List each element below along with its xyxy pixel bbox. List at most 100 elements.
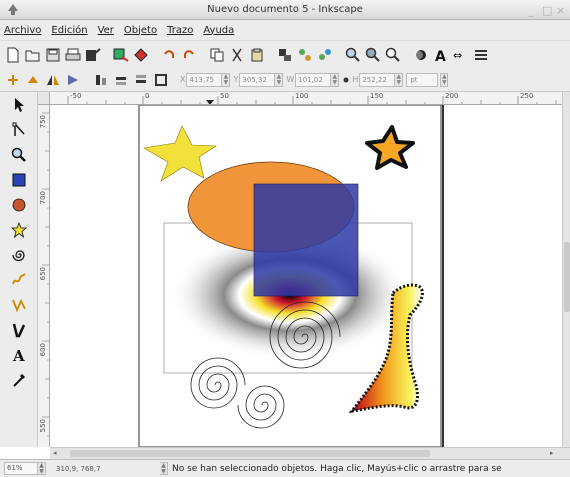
export-bitmap-icon[interactable] xyxy=(112,46,130,64)
h-field: H ▲▼ xyxy=(352,72,404,87)
copy-icon[interactable] xyxy=(208,46,226,64)
group-icon[interactable] xyxy=(276,46,294,64)
y-input[interactable] xyxy=(239,72,276,87)
vertical-scrollbar[interactable] xyxy=(562,92,570,447)
x-spin-icon[interactable]: ▲ ▼ xyxy=(222,72,231,87)
tool-box: A xyxy=(0,92,38,447)
svg-text:⇔: ⇔ xyxy=(453,49,462,62)
unit-dropdown-icon[interactable]: ▲ ▼ xyxy=(440,72,449,87)
zoom-spin-icon[interactable]: ▲ ▼ xyxy=(38,462,46,475)
horizontal-ruler[interactable]: -50 0 50 100 150 200 250 xyxy=(50,92,562,105)
save-icon[interactable] xyxy=(44,46,62,64)
raise-to-top-icon[interactable] xyxy=(92,71,110,89)
flip-horizontal-icon[interactable] xyxy=(44,71,62,89)
scroll-right-icon[interactable]: ▸ xyxy=(550,449,554,457)
zoom-icon[interactable] xyxy=(344,46,362,64)
unit-select[interactable]: pt xyxy=(406,72,439,87)
v-tick-label: 750 xyxy=(39,115,47,129)
menu-ver[interactable]: Ver xyxy=(98,25,114,36)
cut-icon[interactable] xyxy=(228,46,246,64)
print-preview-icon[interactable] xyxy=(132,46,150,64)
zoom-drawing-icon[interactable] xyxy=(364,46,382,64)
dropper-tool-icon[interactable] xyxy=(0,367,38,392)
calligraphy-tool-icon[interactable] xyxy=(0,317,38,342)
scroll-left-icon[interactable]: ◂ xyxy=(53,449,57,457)
ellipse-tool-icon[interactable] xyxy=(0,192,38,217)
layer-spin-icon[interactable]: ▲ ▼ xyxy=(160,462,168,475)
h-tick-label: 200 xyxy=(445,92,459,100)
x-field: X ▲▼ xyxy=(180,72,231,87)
v-tick-label: 700 xyxy=(39,191,47,205)
status-message: No se han seleccionado objetos. Haga cli… xyxy=(172,463,502,474)
redo-icon[interactable] xyxy=(180,46,198,64)
v-tick-label: 550 xyxy=(39,419,47,433)
paste-icon[interactable] xyxy=(248,46,266,64)
spiral-tool-icon[interactable] xyxy=(0,242,38,267)
selector-tool-icon[interactable] xyxy=(0,92,38,117)
h-input[interactable] xyxy=(359,72,396,87)
w-spin-icon[interactable]: ▲ ▼ xyxy=(331,72,340,87)
v-tick-label: 650 xyxy=(39,267,47,281)
rectangle-tool-icon[interactable] xyxy=(0,167,38,192)
print-icon[interactable] xyxy=(64,46,82,64)
import-icon[interactable] xyxy=(84,46,102,64)
blue-rectangle xyxy=(253,183,359,297)
vertical-scroll-thumb[interactable] xyxy=(564,242,570,312)
pen-tool-icon[interactable] xyxy=(0,292,38,317)
menu-edicion[interactable]: Edición xyxy=(51,25,87,36)
node-tool-icon[interactable] xyxy=(0,117,38,142)
h-tick-label: 150 xyxy=(370,92,384,100)
menu-bar: Archivo Edición Ver Objeto Trazo Ayuda xyxy=(0,20,570,40)
drawing-canvas[interactable] xyxy=(50,105,562,447)
undo-icon[interactable] xyxy=(160,46,178,64)
horizontal-scrollbar[interactable]: ◂ ▸ xyxy=(50,447,570,459)
window-title: Nuevo documento 5 - Inkscape xyxy=(207,4,363,15)
text-tool-icon[interactable]: A xyxy=(0,342,38,367)
lower-to-bottom-icon[interactable] xyxy=(152,71,170,89)
fill-stroke-icon[interactable] xyxy=(412,46,430,64)
rotate-cw-icon[interactable] xyxy=(24,71,42,89)
h-tick-label: -50 xyxy=(70,92,82,100)
open-folder-icon[interactable] xyxy=(24,46,42,64)
menu-ayuda[interactable]: Ayuda xyxy=(203,25,234,36)
new-document-icon[interactable] xyxy=(4,46,22,64)
horizontal-scroll-thumb[interactable] xyxy=(70,450,430,457)
vertical-ruler[interactable]: 750 700 650 600 550 xyxy=(38,105,50,447)
y-field: Y ▲▼ xyxy=(233,72,284,87)
zoom-tool-icon[interactable] xyxy=(0,142,38,167)
star-tool-icon[interactable] xyxy=(0,217,38,242)
lock-ratio-icon[interactable] xyxy=(342,71,350,89)
node-join-icon[interactable] xyxy=(316,46,334,64)
menu-trazo[interactable]: Trazo xyxy=(167,25,193,36)
svg-text:A: A xyxy=(435,49,446,63)
ruler-corner xyxy=(38,92,50,105)
zoom-field[interactable]: 61% xyxy=(4,462,38,475)
node-add-icon[interactable] xyxy=(296,46,314,64)
y-spin-icon[interactable]: ▲ ▼ xyxy=(275,72,284,87)
lower-icon[interactable] xyxy=(132,71,150,89)
raise-icon[interactable] xyxy=(112,71,130,89)
text-font-icon[interactable]: A xyxy=(432,46,450,64)
w-input[interactable] xyxy=(295,72,332,87)
rotate-ccw-icon[interactable] xyxy=(4,71,22,89)
menu-objeto[interactable]: Objeto xyxy=(124,25,157,36)
h-tick-label: 100 xyxy=(295,92,309,100)
svg-text:A: A xyxy=(12,347,25,363)
selector-controls-toolbar: X ▲▼ Y ▲▼ W ▲▼ H ▲▼ pt ▲▼ xyxy=(0,68,570,92)
h-tick-label: 50 xyxy=(220,92,229,100)
menu-archivo[interactable]: Archivo xyxy=(4,25,41,36)
cursor-coordinates: 310,9, 768,7 xyxy=(56,464,101,473)
xml-editor-icon[interactable]: ⇔ xyxy=(452,46,470,64)
zoom-page-icon[interactable] xyxy=(384,46,402,64)
flip-vertical-icon[interactable] xyxy=(64,71,82,89)
commands-toolbar: A ⇔ xyxy=(0,40,570,68)
minimize-icon[interactable]: _ xyxy=(528,4,534,17)
maximize-icon[interactable]: □ xyxy=(542,4,552,17)
h-spin-icon[interactable]: ▲ ▼ xyxy=(395,72,404,87)
status-bar: 61% ▲ ▼ 310,9, 768,7 ▲ ▼ No se han selecci… xyxy=(0,459,570,477)
x-input[interactable] xyxy=(186,72,223,87)
w-field: W ▲▼ xyxy=(286,72,340,87)
align-distribute-icon[interactable] xyxy=(472,46,490,64)
close-icon[interactable]: × xyxy=(556,4,565,17)
pencil-tool-icon[interactable] xyxy=(0,267,38,292)
